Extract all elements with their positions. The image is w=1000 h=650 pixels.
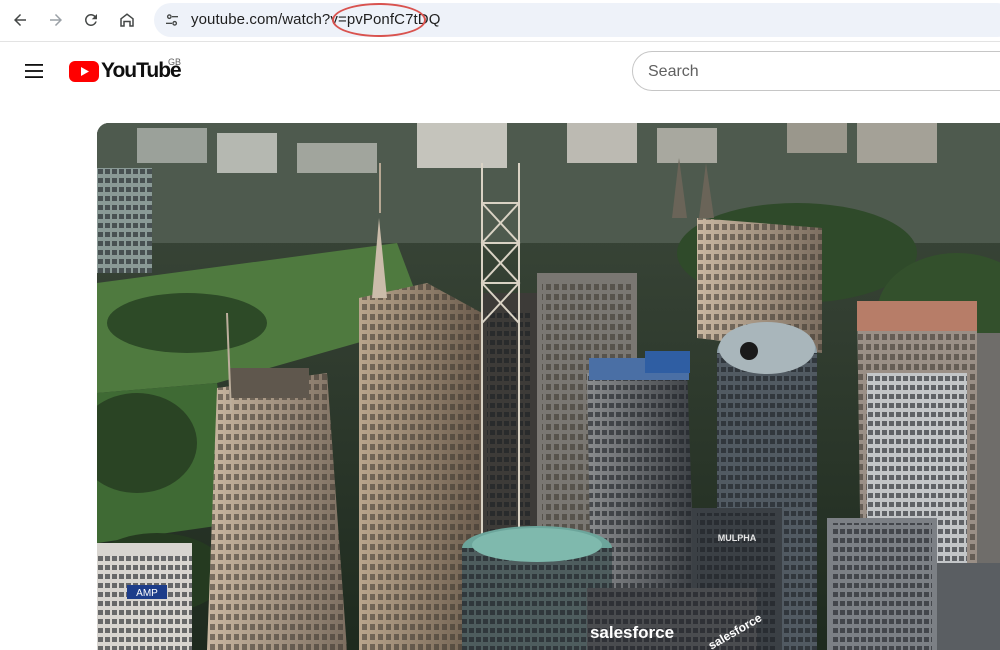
home-icon [120,13,134,27]
forward-button[interactable] [41,5,71,35]
video-id-annotation-circle [332,3,426,37]
site-info-button[interactable] [162,10,182,30]
youtube-play-icon [69,60,99,82]
video-player[interactable]: AMP MULPHA salesforce salesforce [97,123,1000,650]
arrow-right-icon [50,14,62,26]
mulpha-billboard-text: MULPHA [718,533,757,543]
arrow-left-icon [14,14,26,26]
youtube-logo[interactable]: YouTube [69,56,182,86]
reload-icon [84,13,97,26]
back-button[interactable] [5,5,35,35]
amp-billboard-text: AMP [136,588,158,599]
video-frame: AMP MULPHA salesforce salesforce [97,123,1000,650]
home-button[interactable] [112,5,142,35]
browser-toolbar: youtube.com/watch?v=pvPonfC7tDQ [0,0,1000,42]
address-bar[interactable]: youtube.com/watch?v=pvPonfC7tDQ [154,3,1000,37]
country-code: GB [168,57,182,67]
guide-menu-button[interactable] [18,55,50,87]
reload-button[interactable] [76,5,106,35]
hamburger-icon [25,64,43,78]
youtube-header: YouTube GB [0,43,1000,99]
search-box[interactable] [632,51,1000,91]
url-base: youtube.com/watch?v= [191,11,347,28]
tune-icon [166,14,178,26]
search-input[interactable] [648,61,988,83]
salesforce-billboard-text: salesforce [590,623,674,642]
